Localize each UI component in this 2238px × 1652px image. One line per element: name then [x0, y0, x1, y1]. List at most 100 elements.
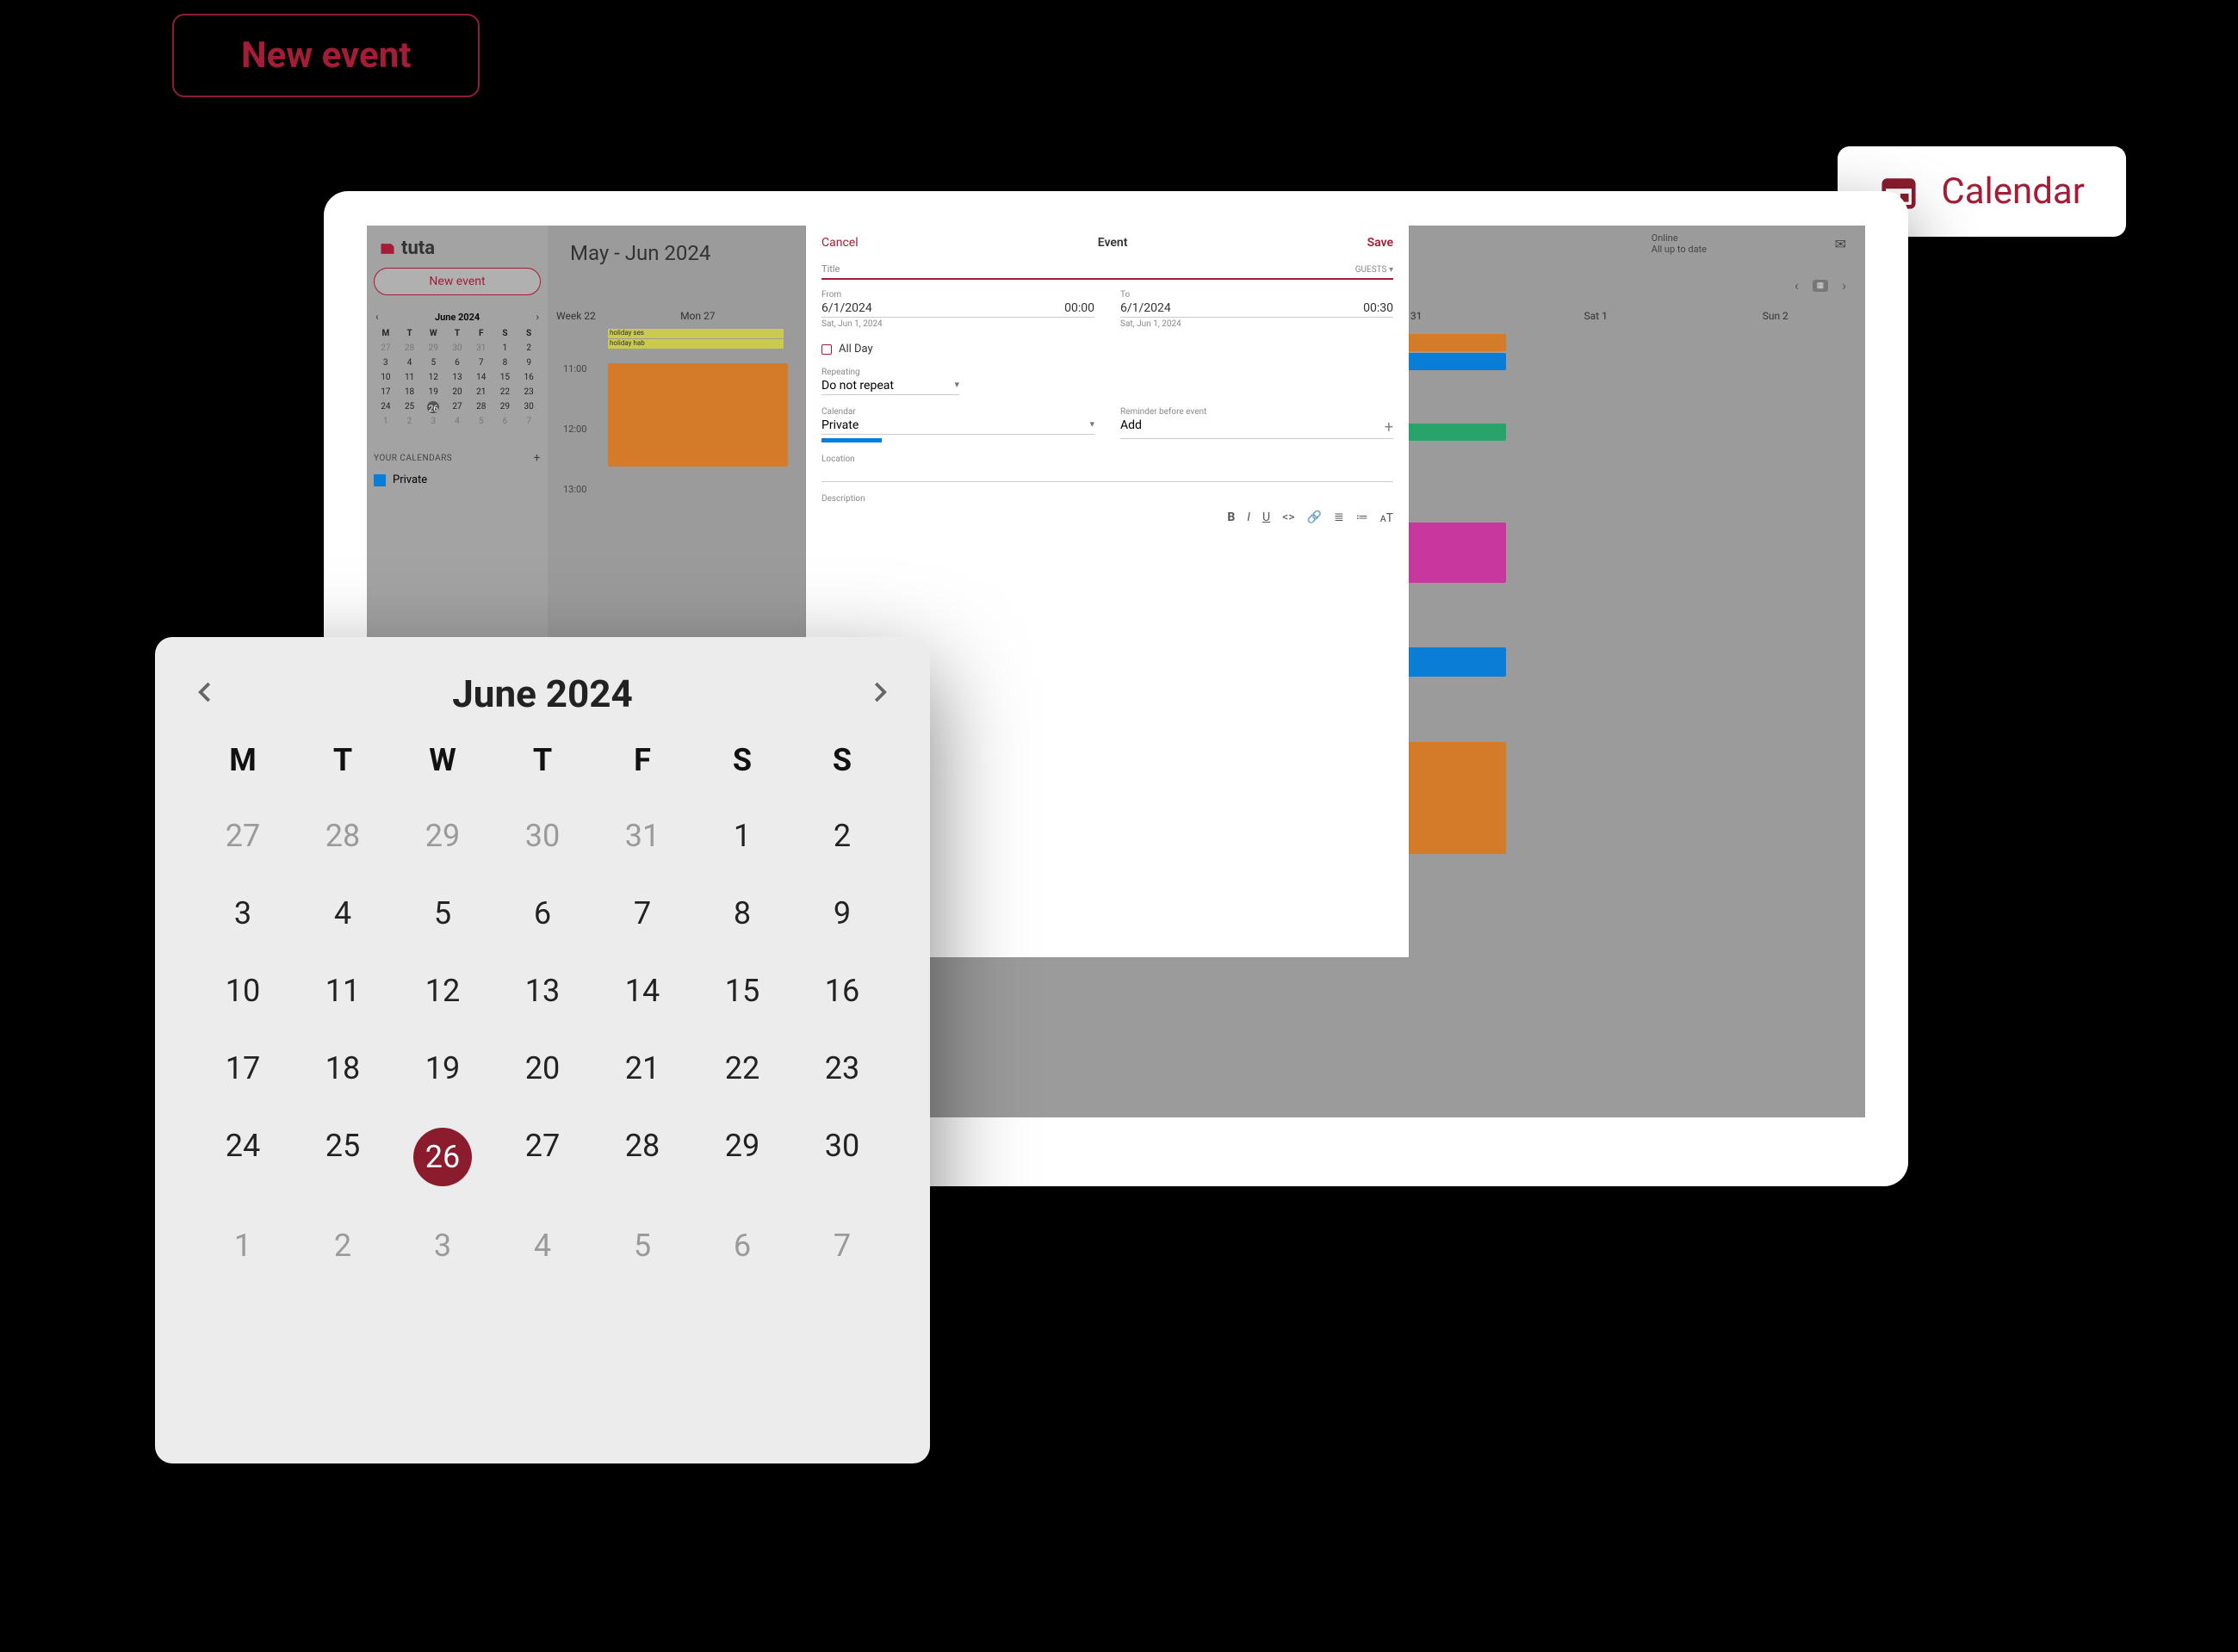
big-day-cell[interactable]: 30: [792, 1119, 892, 1195]
mini-day-cell[interactable]: 29: [493, 399, 518, 414]
mini-day-cell[interactable]: 30: [517, 399, 541, 414]
mini-day-cell[interactable]: 15: [493, 370, 518, 385]
big-day-cell[interactable]: 13: [493, 964, 592, 1018]
mail-icon[interactable]: ✉: [1835, 236, 1846, 252]
big-day-cell[interactable]: 2: [792, 809, 892, 863]
all-day-checkbox[interactable]: [821, 344, 832, 355]
mini-day-cell[interactable]: 10: [374, 370, 398, 385]
big-day-cell[interactable]: 29: [393, 809, 493, 863]
mini-day-cell[interactable]: 28: [469, 399, 493, 414]
mini-day-cell[interactable]: 22: [493, 385, 518, 399]
big-day-cell[interactable]: 1: [193, 1219, 293, 1272]
from-datetime-input[interactable]: 6/1/202400:00: [821, 300, 1094, 318]
mini-day-cell[interactable]: 8: [493, 356, 518, 370]
new-event-button[interactable]: New event: [172, 14, 480, 97]
mini-day-cell[interactable]: 1: [374, 414, 398, 429]
mini-day-cell[interactable]: 23: [517, 385, 541, 399]
mini-day-cell[interactable]: 2: [398, 414, 422, 429]
nav-prev-icon[interactable]: ‹: [1795, 277, 1799, 294]
big-day-cell[interactable]: 9: [792, 887, 892, 940]
mini-day-cell[interactable]: 28: [398, 341, 422, 356]
big-day-cell[interactable]: 27: [493, 1119, 592, 1195]
big-day-cell[interactable]: 24: [193, 1119, 293, 1195]
mini-day-cell[interactable]: 30: [445, 341, 469, 356]
big-day-cell[interactable]: 4: [293, 887, 393, 940]
big-day-cell[interactable]: 27: [193, 809, 293, 863]
sidebar-new-event-button[interactable]: New event: [374, 268, 541, 295]
calendar-event[interactable]: [608, 363, 788, 467]
big-day-cell[interactable]: 1: [692, 809, 792, 863]
mini-day-cell[interactable]: 3: [374, 356, 398, 370]
calendar-select[interactable]: Private▾: [821, 417, 1094, 435]
mini-day-cell[interactable]: 20: [445, 385, 469, 399]
mini-day-cell[interactable]: 6: [493, 414, 518, 429]
repeating-select[interactable]: Do not repeat▾: [821, 377, 959, 395]
mini-day-cell[interactable]: 14: [469, 370, 493, 385]
mini-day-cell[interactable]: 7: [517, 414, 541, 429]
big-day-cell[interactable]: 8: [692, 887, 792, 940]
big-day-cell[interactable]: 28: [592, 1119, 692, 1195]
add-calendar-icon[interactable]: +: [534, 451, 541, 465]
big-day-cell[interactable]: 7: [792, 1219, 892, 1272]
mini-day-cell[interactable]: 21: [469, 385, 493, 399]
view-mode-pill[interactable]: ▦: [1813, 280, 1829, 292]
calendar-entry-private[interactable]: Private: [374, 473, 541, 486]
save-button[interactable]: Save: [1367, 236, 1393, 250]
big-day-cell[interactable]: 2: [293, 1219, 393, 1272]
mini-day-cell[interactable]: 2: [517, 341, 541, 356]
mini-next-icon[interactable]: ›: [536, 311, 539, 323]
link-icon[interactable]: 🔗: [1307, 510, 1322, 525]
mini-day-cell[interactable]: 27: [374, 341, 398, 356]
italic-icon[interactable]: I: [1247, 510, 1250, 525]
mini-day-cell[interactable]: 17: [374, 385, 398, 399]
big-day-cell[interactable]: 28: [293, 809, 393, 863]
big-day-cell[interactable]: 20: [493, 1042, 592, 1095]
list-bullet-icon[interactable]: ≣: [1334, 510, 1344, 525]
mini-day-cell[interactable]: 4: [398, 356, 422, 370]
mini-day-cell[interactable]: 5: [469, 414, 493, 429]
mini-day-cell[interactable]: 31: [469, 341, 493, 356]
mini-day-cell[interactable]: 9: [517, 356, 541, 370]
mini-day-cell[interactable]: 27: [445, 399, 469, 414]
mini-day-cell[interactable]: 11: [398, 370, 422, 385]
list-ordered-icon[interactable]: ≔: [1356, 510, 1368, 525]
mini-day-cell[interactable]: 7: [469, 356, 493, 370]
big-day-cell[interactable]: 11: [293, 964, 393, 1018]
big-day-cell[interactable]: 16: [792, 964, 892, 1018]
nav-next-icon[interactable]: ›: [1842, 277, 1846, 294]
big-day-cell[interactable]: 4: [493, 1219, 592, 1272]
big-day-cell[interactable]: 29: [692, 1119, 792, 1195]
mini-day-cell[interactable]: 5: [421, 356, 445, 370]
mini-day-cell[interactable]: 6: [445, 356, 469, 370]
big-day-cell[interactable]: 5: [592, 1219, 692, 1272]
mini-day-cell[interactable]: 3: [421, 414, 445, 429]
big-day-cell[interactable]: 23: [792, 1042, 892, 1095]
bold-icon[interactable]: B: [1227, 510, 1235, 525]
location-input[interactable]: [821, 464, 1393, 482]
clear-format-icon[interactable]: ᴀT: [1380, 510, 1393, 525]
big-day-cell[interactable]: 21: [592, 1042, 692, 1095]
mini-day-cell[interactable]: 4: [445, 414, 469, 429]
mini-day-cell[interactable]: 19: [421, 385, 445, 399]
big-day-cell[interactable]: 14: [592, 964, 692, 1018]
big-day-cell[interactable]: 6: [493, 887, 592, 940]
big-day-cell[interactable]: 17: [193, 1042, 293, 1095]
big-day-cell[interactable]: 30: [493, 809, 592, 863]
mini-day-cell[interactable]: 29: [421, 341, 445, 356]
big-day-cell[interactable]: 18: [293, 1042, 393, 1095]
reminder-add[interactable]: Add+: [1120, 417, 1393, 439]
mini-day-cell[interactable]: 25: [398, 399, 422, 414]
mini-day-cell[interactable]: 13: [445, 370, 469, 385]
big-day-cell[interactable]: 25: [293, 1119, 393, 1195]
allday-event[interactable]: holiday ses: [608, 329, 784, 338]
big-day-cell[interactable]: 3: [393, 1219, 493, 1272]
mini-day-cell[interactable]: 16: [517, 370, 541, 385]
big-day-cell[interactable]: 12: [393, 964, 493, 1018]
mini-prev-icon[interactable]: ‹: [375, 311, 379, 323]
big-day-cell[interactable]: 26: [393, 1119, 493, 1195]
all-day-checkbox-row[interactable]: All Day: [821, 343, 1393, 356]
big-day-cell[interactable]: 6: [692, 1219, 792, 1272]
mini-day-cell[interactable]: 1: [493, 341, 518, 356]
cancel-button[interactable]: Cancel: [821, 236, 859, 250]
underline-icon[interactable]: U: [1262, 510, 1270, 525]
